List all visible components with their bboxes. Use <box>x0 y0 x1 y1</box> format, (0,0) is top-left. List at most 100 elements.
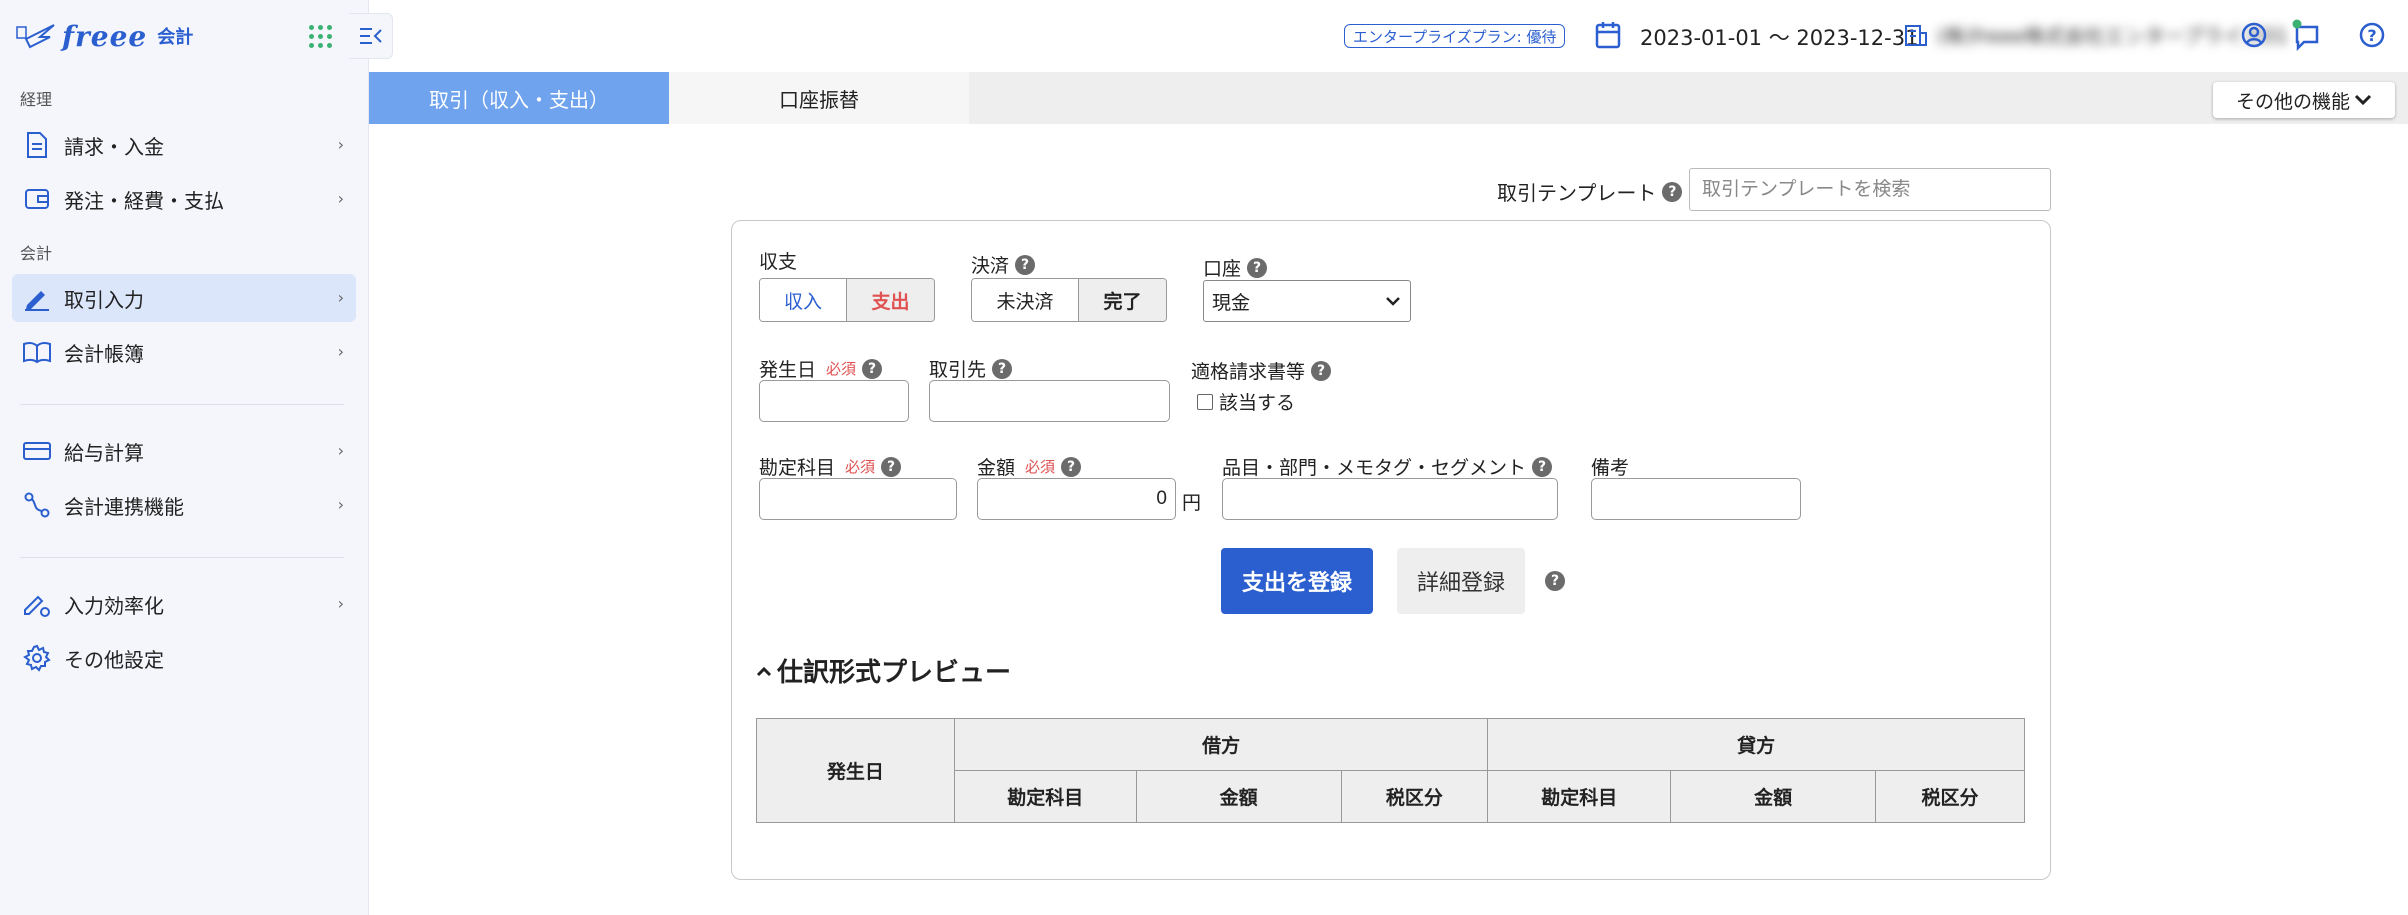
book-icon <box>20 335 54 369</box>
qualified-invoice-checkbox-group: 該当する <box>1197 388 1295 415</box>
note-input[interactable] <box>1591 478 1801 520</box>
sidebar-item-label: 請求・入金 <box>64 134 164 159</box>
qualified-invoice-checkbox[interactable] <box>1197 393 1213 410</box>
account-item-input[interactable] <box>759 478 957 520</box>
journal-preview-title: 仕訳形式プレビュー <box>777 658 1012 688</box>
freee-logo[interactable]: freee 会計 <box>16 16 193 56</box>
expense-option[interactable]: 支出 <box>847 279 934 321</box>
help-icon[interactable]: ? <box>1061 456 1082 477</box>
pen-icon <box>20 281 54 315</box>
note-label: 備考 <box>1591 453 1629 480</box>
sidebar-item-label: 入力効率化 <box>64 593 164 618</box>
income-expense-label-text: 収支 <box>759 251 798 273</box>
account-selected-value: 現金 <box>1212 291 1251 314</box>
help-icon[interactable]: ? <box>1015 254 1036 275</box>
detail-register-button[interactable]: 詳細登録 <box>1397 548 1525 614</box>
partner-label: 取引先 ? <box>929 355 1013 382</box>
chat-icon[interactable] <box>2291 19 2323 51</box>
app-grid-icon[interactable] <box>306 22 332 48</box>
company-icon <box>1903 22 1929 52</box>
help-icon[interactable]: ? <box>881 456 902 477</box>
help-icon[interactable]: ? <box>1311 360 1332 381</box>
sidebar-item-efficiency[interactable]: 入力効率化 › <box>12 580 356 628</box>
partner-input[interactable] <box>929 380 1170 422</box>
more-features-button[interactable]: その他の機能 <box>2213 82 2395 118</box>
tab-transaction[interactable]: 取引（収入・支出） <box>369 72 669 124</box>
settlement-label-text: 決済 <box>971 255 1010 277</box>
yen-unit: 円 <box>1182 492 1202 514</box>
journal-preview-table: 発生日 借方 貸方 勘定科目 金額 税区分 勘定科目 金額 税区分 <box>756 718 2025 823</box>
chevron-down-icon <box>2354 94 2372 106</box>
chevron-right-icon: › <box>337 594 344 613</box>
help-icon[interactable]: ? <box>1662 181 1683 202</box>
settlement-toggle: 未決済 完了 <box>971 278 1167 322</box>
link-icon <box>20 488 54 522</box>
template-search-input[interactable] <box>1689 168 2051 211</box>
help-icon[interactable]: ? <box>1247 257 1268 278</box>
chevron-right-icon: › <box>337 495 344 514</box>
template-label-group: 取引テンプレート ? <box>1497 177 1683 206</box>
calendar-icon[interactable] <box>1594 20 1622 54</box>
document-icon <box>20 128 54 162</box>
tags-label: 品目・部門・メモタグ・セグメント ? <box>1222 453 1553 480</box>
tags-label-text: 品目・部門・メモタグ・セグメント <box>1222 457 1527 479</box>
sidebar-item-transaction-entry[interactable]: 取引入力 › <box>12 274 356 322</box>
section-label-kaikei: 会計 <box>20 244 53 263</box>
note-label-text: 備考 <box>1591 457 1630 479</box>
card-icon <box>20 434 54 468</box>
plan-badge[interactable]: エンタープライズプラン: 優待 <box>1344 24 1566 48</box>
sidebar: freee 会計 経理 請求・入金 › 発注・経費・支払 › 会計 取引入力 ›… <box>0 0 369 915</box>
account-select[interactable]: 現金 <box>1203 280 1411 322</box>
col-header-debit: 借方 <box>953 718 1489 771</box>
income-expense-label: 収支 <box>759 247 797 274</box>
help-icon[interactable]: ? <box>992 358 1013 379</box>
col-header-debit-amount: 金額 <box>1135 770 1342 823</box>
company-name[interactable]: (株)freee株式会社エンタープライズ01 <box>1937 20 2288 49</box>
sidebar-item-payroll[interactable]: 給与計算 › <box>12 427 356 475</box>
amount-input[interactable]: 0 <box>977 478 1176 520</box>
amount-label-text: 金額 <box>977 457 1016 479</box>
settled-option[interactable]: 完了 <box>1078 279 1166 321</box>
sidebar-item-ledger[interactable]: 会計帳簿 › <box>12 328 356 376</box>
logo-sub-text: 会計 <box>157 27 194 48</box>
tags-input[interactable] <box>1222 478 1558 520</box>
sidebar-item-label: その他設定 <box>64 647 164 672</box>
help-icon[interactable]: ? <box>1545 571 1565 591</box>
col-header-date: 発生日 <box>756 718 955 823</box>
required-badge: 必須 <box>1025 458 1056 476</box>
required-badge: 必須 <box>845 458 876 476</box>
sidebar-item-integration[interactable]: 会計連携機能 › <box>12 481 356 529</box>
qualified-invoice-checkbox-label[interactable]: 該当する <box>1219 388 1295 415</box>
account-item-label-text: 勘定科目 <box>759 457 836 479</box>
user-account-icon[interactable] <box>2238 19 2270 51</box>
logo-brand-text: freee <box>62 19 148 53</box>
issue-date-input[interactable] <box>759 380 909 422</box>
collapse-sidebar-button[interactable] <box>349 13 393 59</box>
chevron-right-icon: › <box>337 135 344 154</box>
gear-icon <box>20 641 54 675</box>
income-option[interactable]: 収入 <box>760 279 847 321</box>
issue-date-label: 発生日 必須 ? <box>759 355 883 382</box>
fiscal-period[interactable]: 2023-01-01 〜 2023-12-31 <box>1640 22 1918 52</box>
help-icon[interactable]: ? <box>1532 456 1553 477</box>
tab-account-transfer[interactable]: 口座振替 <box>669 72 969 124</box>
tab-bar: 取引（収入・支出） 口座振替 その他の機能 <box>369 72 2408 124</box>
sidebar-item-purchase[interactable]: 発注・経費・支払 › <box>12 175 356 223</box>
col-header-debit-tax: 税区分 <box>1340 770 1489 823</box>
help-icon[interactable]: ? <box>862 358 883 379</box>
income-expense-toggle: 収入 支出 <box>759 278 935 322</box>
account-item-label: 勘定科目 必須 ? <box>759 453 902 480</box>
register-expense-button[interactable]: 支出を登録 <box>1221 548 1373 614</box>
col-header-credit-tax: 税区分 <box>1875 770 2025 823</box>
wallet-icon <box>20 182 54 216</box>
bird-logo-icon <box>16 24 55 49</box>
sidebar-item-other-settings[interactable]: その他設定 <box>12 634 356 682</box>
unsettled-option[interactable]: 未決済 <box>972 279 1079 321</box>
col-header-credit-amount: 金額 <box>1670 770 1877 823</box>
issue-date-label-text: 発生日 <box>759 359 817 381</box>
help-icon[interactable]: ? <box>2356 19 2388 51</box>
journal-preview-toggle[interactable]: 仕訳形式プレビュー <box>755 652 1011 689</box>
sidebar-item-label: 会計連携機能 <box>64 494 184 519</box>
sidebar-item-invoice[interactable]: 請求・入金 › <box>12 121 356 169</box>
section-label-keiri: 経理 <box>20 90 53 109</box>
